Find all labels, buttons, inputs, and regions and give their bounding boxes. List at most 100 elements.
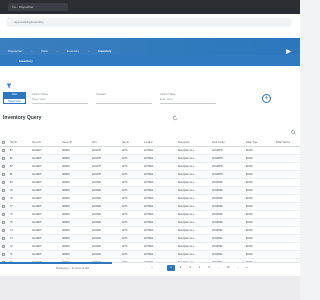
table-cell: EURO <box>244 250 274 259</box>
table-cell: ACLIENT <box>30 162 60 171</box>
breadcrumb-item-inventory[interactable]: Inventory <box>67 49 79 53</box>
table-row[interactable]: 77 ACLIENT ADMIN AGN328 A070 A070001 Descripti… <box>0 202 300 211</box>
row-checkbox[interactable] <box>0 234 8 243</box>
page-button[interactable]: 1 <box>167 265 175 271</box>
column-header[interactable]: Client ID <box>30 139 60 147</box>
table-row[interactable]: 73 ACLIENT ADMIN AGN322 A070 A070001 Descripti… <box>0 234 300 243</box>
page-button[interactable]: » <box>243 265 251 271</box>
table-row[interactable]: 74 ACLIENT ADMIN AGN322 A070 A070001 Descripti… <box>0 226 300 235</box>
table-cell: EURO <box>244 234 274 243</box>
filter-icon[interactable] <box>6 83 12 89</box>
breadcrumb-item-dispatcher[interactable]: Dispatcher <box>8 49 22 53</box>
table-row[interactable]: 72 ACLIENT ADMIN AGN322 A070 A070001 Descripti… <box>0 242 300 251</box>
table-row[interactable]: 86 ACLIENT ADMIN AGN378 A070 A070001 Descripti… <box>0 154 300 163</box>
page-button[interactable]: 4 <box>196 265 204 271</box>
table-cell: A070001 <box>142 218 176 227</box>
table-cell: ADMIN <box>60 226 90 235</box>
table-cell: A070 <box>120 226 142 235</box>
breadcrumb-item-current: Inventory <box>98 49 112 53</box>
table-cell: EURO <box>244 170 274 179</box>
table-row[interactable]: 81 ACLIENT ADMIN AGN378 A070 A070001 Descripti… <box>0 170 300 179</box>
table-cell: AGN322 <box>90 250 120 259</box>
table-row[interactable]: 76 ACLIENT ADMIN AGN328 A070 A070001 Descripti… <box>0 210 300 219</box>
horizontal-scrollbar[interactable] <box>0 262 112 264</box>
page-button[interactable]: « <box>148 265 156 271</box>
column-value-input[interactable]: Enter Value <box>160 96 216 104</box>
page-button[interactable]: 10 <box>224 265 232 271</box>
table-cell <box>274 226 300 235</box>
row-checkbox[interactable] <box>0 250 8 259</box>
breadcrumb-separator: › <box>56 49 58 53</box>
operator-select[interactable] <box>96 96 152 104</box>
table-cell <box>274 210 300 219</box>
column-header[interactable]: Description <box>176 139 210 147</box>
column-name-select[interactable]: Select Value <box>32 96 88 104</box>
table-row[interactable]: 82 ACLIENT ADMIN AGN378 A070 A070001 Descripti… <box>0 162 300 171</box>
column-header[interactable]: Owner ID <box>60 139 90 147</box>
column-header[interactable]: Pack Config <box>210 139 244 147</box>
refresh-icon[interactable] <box>172 115 178 121</box>
table-row[interactable]: 78 ACLIENT ADMIN AGN328 A070 A070001 Descripti… <box>0 194 300 203</box>
row-checkbox[interactable] <box>0 218 8 227</box>
table-cell: 73 <box>8 234 30 243</box>
table-cell: EURO <box>244 194 274 203</box>
table-row[interactable]: 80 ACLIENT ADMIN AGN328 A070 A070001 Descripti… <box>0 178 300 187</box>
search-icon[interactable] <box>291 130 296 135</box>
table-cell: EURO <box>244 178 274 187</box>
address-field[interactable]: ...app.tracking/inventory <box>6 18 292 27</box>
table-cell: ADMIN <box>60 194 90 203</box>
row-checkbox[interactable] <box>0 170 8 179</box>
column-header[interactable]: Tag ID <box>8 139 30 147</box>
table-cell: ACLIENT <box>30 194 60 203</box>
table-cell <box>274 234 300 243</box>
row-checkbox[interactable] <box>0 210 8 219</box>
page-button[interactable]: 3 <box>186 265 194 271</box>
row-checkbox[interactable] <box>0 186 8 195</box>
row-checkbox[interactable] <box>0 178 8 187</box>
row-checkbox[interactable] <box>0 242 8 251</box>
table-cell: ACLIENT <box>30 250 60 259</box>
table-cell: ACNR328 <box>210 202 244 211</box>
page-button[interactable]: ... <box>215 265 223 271</box>
table-cell: ACNR378 <box>210 170 244 179</box>
saved-filter-button[interactable]: Saved Filter <box>3 98 26 104</box>
table-cell: ACNR322 <box>210 226 244 235</box>
row-checkbox[interactable] <box>0 146 8 155</box>
table-row[interactable]: 75 ACLIENT ADMIN AGN328 A070 A070001 Descripti… <box>0 218 300 227</box>
breadcrumb-separator: › <box>31 49 33 53</box>
column-header[interactable]: Pallet Type <box>244 139 274 147</box>
column-header[interactable]: Site ID <box>120 139 142 147</box>
table-row[interactable]: 79 ACLIENT ADMIN AGN328 A070 A070001 Descripti… <box>0 186 300 195</box>
table-cell: ADMIN <box>60 178 90 187</box>
table-cell: A070001 <box>142 242 176 251</box>
page-button[interactable]: 5 <box>205 265 213 271</box>
table-cell: AGN378 <box>90 154 120 163</box>
table-cell: AGN378 <box>90 170 120 179</box>
browser-tab[interactable]: Inv... Dispatcher <box>8 3 68 11</box>
table-cell: Description to o... <box>176 226 210 235</box>
row-checkbox[interactable] <box>0 226 8 235</box>
send-icon[interactable] <box>285 48 292 55</box>
row-checkbox[interactable] <box>0 154 8 163</box>
inventory-table: Tag ID Client ID Owner ID SKU Site ID Locatio… <box>0 139 300 275</box>
row-checkbox[interactable] <box>0 194 8 203</box>
table-cell <box>274 186 300 195</box>
table-row[interactable]: 71 ACLIENT ADMIN AGN322 A070 A070001 Descripti… <box>0 250 300 259</box>
row-checkbox[interactable] <box>0 202 8 211</box>
table-cell: ACLIENT <box>30 170 60 179</box>
page-button[interactable]: ‹ <box>158 265 166 271</box>
table-cell: A070 <box>120 154 142 163</box>
breadcrumb-item-data[interactable]: Data <box>41 49 47 53</box>
column-header[interactable]: Location <box>142 139 176 147</box>
pagination: «‹ 1 2 3 4 5... 10 ›» <box>148 265 251 271</box>
page-button[interactable]: 2 <box>177 265 185 271</box>
page-button[interactable]: › <box>234 265 242 271</box>
row-checkbox[interactable] <box>0 162 8 171</box>
table-row[interactable]: 87 ACLIENT ADMIN AGN378 A070 A070001 Descripti… <box>0 146 300 155</box>
add-filter-button[interactable]: + <box>262 94 271 103</box>
select-all-checkbox[interactable] <box>0 139 8 147</box>
column-header[interactable]: SKU <box>90 139 120 147</box>
column-header[interactable]: Pallet Volume <box>274 139 300 147</box>
table-cell: A070 <box>120 170 142 179</box>
table-cell: AGN378 <box>90 162 120 171</box>
